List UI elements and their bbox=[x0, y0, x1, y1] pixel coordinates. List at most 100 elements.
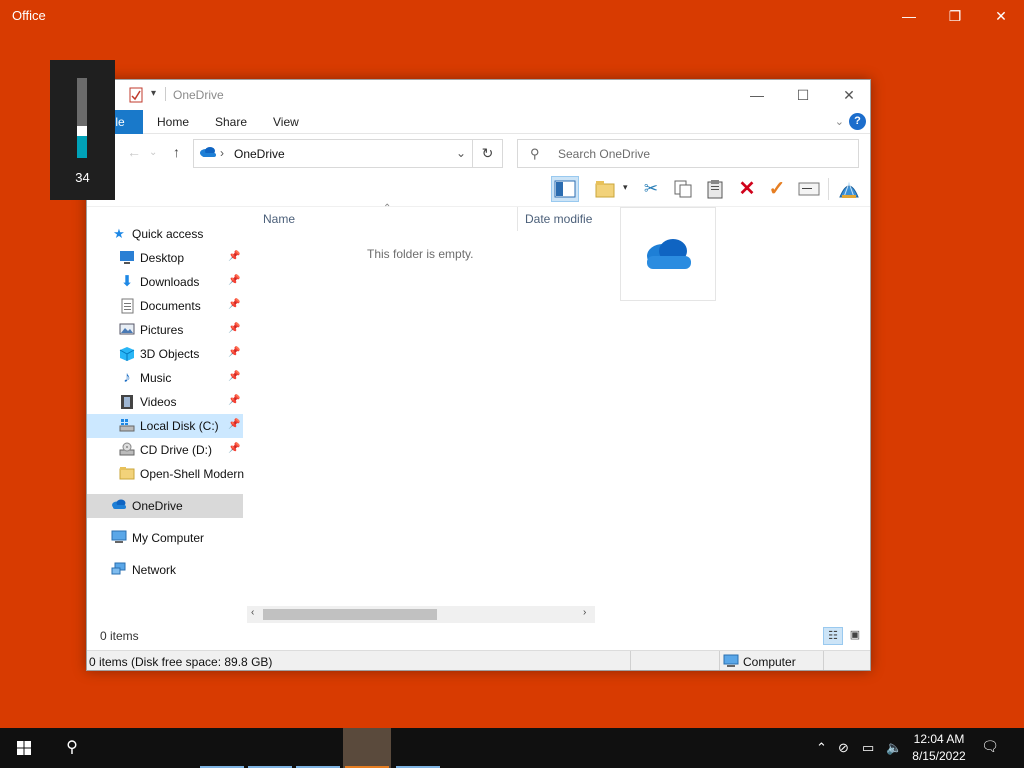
sidebar-item-videos[interactable]: Videos 📌 bbox=[87, 390, 243, 414]
navigation-bar: ← ⌄ ↑ › OneDrive ⌄ ↻ ⚲ Search OneDrive bbox=[87, 134, 870, 172]
preview-pane bbox=[620, 207, 716, 301]
column-header-row: ⌃ Name Date modifie bbox=[245, 203, 605, 231]
search-box[interactable]: ⚲ Search OneDrive bbox=[517, 139, 859, 168]
sidebar-label: Network bbox=[132, 563, 177, 577]
expand-ribbon-icon[interactable]: ⌄ bbox=[835, 115, 844, 128]
items-count: 0 items bbox=[100, 629, 139, 643]
speaker-icon[interactable]: 🔈 bbox=[886, 740, 902, 756]
taskbar-app-3[interactable] bbox=[294, 728, 342, 768]
pin-icon: 📌 bbox=[228, 275, 241, 286]
folder-icon bbox=[119, 466, 135, 482]
address-dropdown-icon[interactable]: ⌄ bbox=[456, 146, 466, 160]
address-bar[interactable]: › OneDrive ⌄ bbox=[193, 139, 473, 168]
navigation-pane: ★ Quick access Desktop 📌 ⬇ Downloads 📌 D… bbox=[87, 220, 244, 600]
title-separator bbox=[165, 87, 166, 101]
tab-home[interactable]: Home bbox=[157, 115, 189, 129]
office-close-button[interactable]: ✕ bbox=[978, 4, 1024, 28]
taskbar-app-2[interactable] bbox=[246, 728, 294, 768]
sidebar-label: My Computer bbox=[132, 531, 205, 545]
sidebar-item-local-disk[interactable]: Local Disk (C:) 📌 bbox=[87, 414, 243, 438]
sidebar-label: Pictures bbox=[140, 323, 184, 337]
office-restore-button[interactable]: ❐ bbox=[932, 4, 978, 28]
onedrive-cloud-icon bbox=[643, 236, 693, 275]
help-button[interactable]: ? bbox=[849, 113, 866, 130]
paste-icon[interactable] bbox=[701, 176, 729, 202]
computer-icon bbox=[723, 654, 739, 670]
start-button[interactable] bbox=[0, 728, 48, 768]
customize-qat-icon[interactable]: ▾ bbox=[151, 88, 156, 99]
sidebar-item-pictures[interactable]: Pictures 📌 bbox=[87, 318, 243, 342]
taskbar-app-office[interactable] bbox=[343, 728, 391, 768]
sidebar-item-network[interactable]: Network bbox=[87, 558, 243, 582]
sidebar-label: Local Disk (C:) bbox=[140, 419, 219, 433]
horizontal-scrollbar[interactable]: ‹ › bbox=[247, 606, 595, 623]
pictures-icon bbox=[119, 322, 135, 338]
clock[interactable]: 12:04 AM 8/15/2022 bbox=[902, 731, 976, 765]
sidebar-item-my-computer[interactable]: My Computer bbox=[87, 526, 243, 550]
shell-icon[interactable] bbox=[835, 176, 863, 202]
up-button[interactable]: ↑ bbox=[173, 144, 180, 160]
volume-slider[interactable] bbox=[77, 78, 87, 158]
sidebar-item-desktop[interactable]: Desktop 📌 bbox=[87, 246, 243, 270]
network-disconnected-icon[interactable]: ⊘ bbox=[838, 740, 849, 756]
taskbar-app-1[interactable] bbox=[198, 728, 246, 768]
column-header-name[interactable]: Name bbox=[263, 212, 295, 226]
search-icon[interactable]: ⚲ bbox=[48, 728, 96, 768]
scroll-left-icon[interactable]: ‹ bbox=[251, 607, 254, 618]
sidebar-item-music[interactable]: ♪ Music 📌 bbox=[87, 366, 243, 390]
large-icons-view-icon[interactable]: ▣ bbox=[845, 627, 865, 645]
volume-flyout: 34 bbox=[50, 60, 115, 200]
star-icon: ★ bbox=[113, 226, 125, 241]
folder-options-dropdown-icon[interactable]: ▾ bbox=[623, 182, 628, 193]
office-window-title: Office bbox=[12, 8, 46, 23]
office-minimize-button[interactable]: — bbox=[886, 4, 932, 28]
drive-icon bbox=[119, 418, 135, 434]
sidebar-item-3d-objects[interactable]: 3D Objects 📌 bbox=[87, 342, 243, 366]
folder-options-icon[interactable] bbox=[591, 176, 619, 202]
sidebar-item-cd-drive[interactable]: CD Drive (D:) 📌 bbox=[87, 438, 243, 462]
scrollbar-thumb[interactable] bbox=[263, 609, 437, 620]
recent-locations-button[interactable]: ⌄ bbox=[149, 147, 157, 158]
sidebar-item-downloads[interactable]: ⬇ Downloads 📌 bbox=[87, 270, 243, 294]
taskbar: ⚲ ⌃ ⊘ ▭ 🔈 12:04 AM 8/15/2022 🗨 bbox=[0, 728, 1024, 768]
sidebar-item-quick-access[interactable]: ★ Quick access bbox=[87, 222, 243, 246]
status-bar: 0 items (Disk free space: 89.8 GB) Compu… bbox=[87, 650, 870, 670]
checkmark-icon[interactable]: ✓ bbox=[763, 176, 791, 202]
navigation-pane-toggle-icon[interactable] bbox=[551, 176, 579, 202]
column-header-date-modified[interactable]: Date modifie bbox=[525, 212, 592, 226]
notification-icon[interactable]: 🗨 bbox=[978, 738, 1002, 758]
sidebar-item-onedrive[interactable]: OneDrive bbox=[87, 494, 243, 518]
refresh-button[interactable]: ↻ bbox=[473, 139, 503, 168]
breadcrumb-onedrive[interactable]: OneDrive bbox=[234, 147, 285, 161]
rename-icon[interactable] bbox=[795, 176, 823, 202]
cut-icon[interactable]: ✂ bbox=[637, 176, 665, 202]
taskbar-app-5[interactable] bbox=[394, 728, 442, 768]
close-button[interactable]: ✕ bbox=[826, 80, 870, 110]
delete-icon[interactable]: ✕ bbox=[733, 176, 761, 202]
film-icon bbox=[119, 394, 135, 410]
column-separator[interactable] bbox=[517, 207, 518, 231]
sidebar-label: Music bbox=[140, 371, 172, 385]
pin-icon: 📌 bbox=[228, 419, 241, 430]
pin-icon: 📌 bbox=[228, 347, 241, 358]
ethernet-icon[interactable]: ▭ bbox=[862, 740, 874, 756]
scroll-right-icon[interactable]: › bbox=[583, 607, 586, 618]
show-hidden-icons-icon[interactable]: ⌃ bbox=[816, 740, 827, 756]
sidebar-label: OneDrive bbox=[132, 499, 183, 513]
back-button[interactable]: ← bbox=[127, 144, 141, 160]
volume-value: 34 bbox=[75, 170, 90, 185]
volume-slider-thumb[interactable] bbox=[77, 126, 87, 136]
minimize-button[interactable]: — bbox=[734, 80, 780, 110]
sidebar-item-open-shell[interactable]: Open-Shell Modern bbox=[87, 462, 244, 486]
tab-view[interactable]: View bbox=[273, 115, 299, 129]
clock-time: 12:04 AM bbox=[913, 732, 965, 746]
details-view-icon[interactable]: ☷ bbox=[823, 627, 843, 645]
properties-icon[interactable] bbox=[129, 87, 143, 103]
search-placeholder: Search OneDrive bbox=[558, 147, 651, 161]
sidebar-item-documents[interactable]: Documents 📌 bbox=[87, 294, 243, 318]
status-disk-free: 0 items (Disk free space: 89.8 GB) bbox=[89, 655, 273, 669]
tab-share[interactable]: Share bbox=[215, 115, 247, 129]
onedrive-cloud-icon bbox=[111, 498, 127, 514]
copy-icon[interactable] bbox=[669, 176, 697, 202]
maximize-button[interactable]: ☐ bbox=[780, 80, 826, 110]
